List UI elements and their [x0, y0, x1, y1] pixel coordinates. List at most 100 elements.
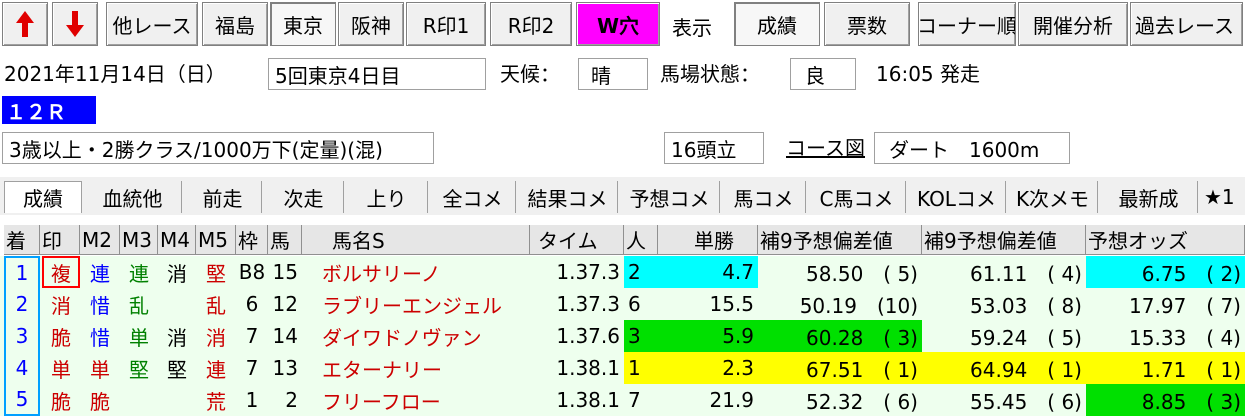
cell-m3: 連: [129, 261, 149, 286]
cell-time: 1.38.1: [556, 356, 620, 380]
r-mark2-button[interactable]: R印2: [490, 2, 572, 46]
cell-odds: 8.85 ( 3): [1086, 384, 1245, 416]
col-uma[interactable]: 馬: [268, 225, 302, 255]
tab-k-memo[interactable]: K次メモ: [1008, 181, 1098, 213]
start-time: 16:05 発走: [876, 62, 980, 86]
col-time[interactable]: タイム: [530, 225, 624, 255]
cell-m5: 乱: [206, 293, 226, 318]
cell-hensa2: 53.03 ( 8): [970, 293, 1082, 318]
race-number-badge: １２Ｒ: [2, 96, 96, 124]
weather-field: 晴: [578, 58, 648, 90]
tab-star1[interactable]: ★1: [1200, 181, 1245, 213]
cell-uma: 13: [272, 356, 298, 380]
cell-mark: 脆: [51, 389, 71, 414]
hyosu-button[interactable]: 票数: [824, 2, 910, 46]
cell-time: 1.38.1: [556, 388, 620, 412]
cell-ninki: 7: [628, 388, 641, 412]
cell-tansho: 4.7: [658, 256, 758, 288]
col-m4[interactable]: M4: [158, 225, 196, 255]
col-m3[interactable]: M3: [120, 225, 158, 255]
col-odds[interactable]: 予想オッズ: [1086, 225, 1245, 255]
col-chaku[interactable]: 着: [4, 225, 40, 255]
arrow-up-button[interactable]: [2, 2, 48, 46]
arrow-down-button[interactable]: [52, 2, 98, 46]
col-waku[interactable]: 枠: [236, 225, 268, 255]
seiseki-button[interactable]: 成績: [734, 2, 820, 46]
tab-seiseki[interactable]: 成績: [4, 181, 82, 213]
cell-waku: 7: [245, 324, 259, 348]
kaisai-analysis-button[interactable]: 開催分析: [1018, 2, 1128, 46]
cell-chaku: 3: [4, 320, 40, 352]
col-horse-name[interactable]: 馬名S: [302, 225, 530, 255]
cell-hensa1: 52.32 ( 6): [806, 389, 918, 414]
cell-hensa1: 60.28 ( 3): [758, 320, 922, 352]
venue-tokyo-button[interactable]: 東京: [270, 2, 336, 46]
col-ninki[interactable]: 人: [624, 225, 658, 255]
cell-waku: B8: [238, 260, 266, 284]
past-race-button[interactable]: 過去レース: [1130, 2, 1243, 46]
cell-m4: 消: [167, 261, 187, 286]
cell-m5: 荒: [206, 389, 226, 414]
tab-latest[interactable]: 最新成: [1100, 181, 1198, 213]
tab-uma-comment[interactable]: 馬コメ: [722, 181, 806, 213]
cell-m4: 堅: [167, 357, 187, 382]
col-hensa1[interactable]: 補9予想偏差値: [758, 225, 922, 255]
cell-m5: 消: [206, 325, 226, 350]
cell-m4: [158, 384, 196, 416]
tab-jisou[interactable]: 次走: [264, 181, 344, 213]
cell-waku: 6: [245, 292, 259, 316]
tab-agari[interactable]: 上り: [346, 181, 428, 213]
cell-waku: 7: [245, 356, 259, 380]
tab-kettou[interactable]: 血統他: [84, 181, 182, 213]
cell-horse-name: エターナリー: [322, 357, 442, 382]
cell-hensa1: 50.19 (10): [799, 293, 918, 318]
col-m5[interactable]: M5: [196, 225, 236, 255]
cell-ninki: 3: [624, 320, 658, 352]
cell-odds: 17.97 ( 7): [1129, 293, 1241, 318]
cell-m2: 単: [90, 357, 110, 382]
cell-mark: 単: [51, 357, 71, 382]
cell-chaku: 4: [4, 352, 40, 384]
tab-zensou[interactable]: 前走: [184, 181, 262, 213]
tab-kol-comment[interactable]: KOLコメ: [908, 181, 1006, 213]
cell-m3: [120, 384, 158, 416]
col-m2[interactable]: M2: [80, 225, 120, 255]
cell-m4: 消: [167, 325, 187, 350]
tab-kekka-comment[interactable]: 結果コメ: [518, 181, 618, 213]
cell-uma: 15: [272, 260, 298, 284]
cell-tansho: 5.9: [658, 320, 758, 352]
cell-odds: 6.75 ( 2): [1086, 256, 1245, 288]
cell-hensa2: 64.94 ( 1): [922, 352, 1086, 384]
tab-c-uma-comment[interactable]: C馬コメ: [808, 181, 906, 213]
cell-m2: 連: [90, 261, 110, 286]
course-map-link[interactable]: コース図: [786, 136, 865, 160]
venue-hanshin-button[interactable]: 阪神: [338, 2, 404, 46]
w-hole-button[interactable]: W穴: [576, 2, 660, 46]
cell-waku: 1: [245, 388, 259, 412]
race-date: 2021年11月14日（日）: [4, 62, 226, 86]
col-hensa2[interactable]: 補9予想偏差値: [922, 225, 1086, 255]
cell-time: 1.37.3: [556, 292, 620, 316]
other-race-button[interactable]: 他レース: [106, 2, 198, 46]
cell-uma: 12: [272, 292, 298, 316]
cell-tansho: 21.9: [709, 388, 754, 412]
runners-field: 16頭立: [664, 132, 764, 164]
tab-zen-comment[interactable]: 全コメ: [430, 181, 516, 213]
track-label: 馬場状態：: [660, 62, 760, 86]
cell-time: 1.37.6: [556, 324, 620, 348]
col-mark[interactable]: 印: [40, 225, 80, 255]
cell-m3: 堅: [129, 357, 149, 382]
display-label: 表示: [672, 16, 712, 40]
cell-horse-name: フリーフロー: [322, 389, 441, 414]
cell-m5: 連: [206, 357, 226, 382]
r-mark1-button[interactable]: R印1: [406, 2, 486, 46]
cell-horse-name: ボルサリーノ: [322, 261, 441, 286]
cell-chaku: 2: [4, 288, 40, 320]
cell-m2: 惜: [90, 325, 110, 350]
venue-fukushima-button[interactable]: 福島: [202, 2, 268, 46]
corner-order-button[interactable]: コーナー順: [918, 2, 1016, 46]
cell-uma: 14: [272, 324, 298, 348]
race-condition: 3歳以上・2勝クラス/1000万下(定量)(混): [2, 132, 434, 164]
tab-yosou-comment[interactable]: 予想コメ: [620, 181, 720, 213]
col-tansho[interactable]: 単勝: [658, 225, 758, 255]
